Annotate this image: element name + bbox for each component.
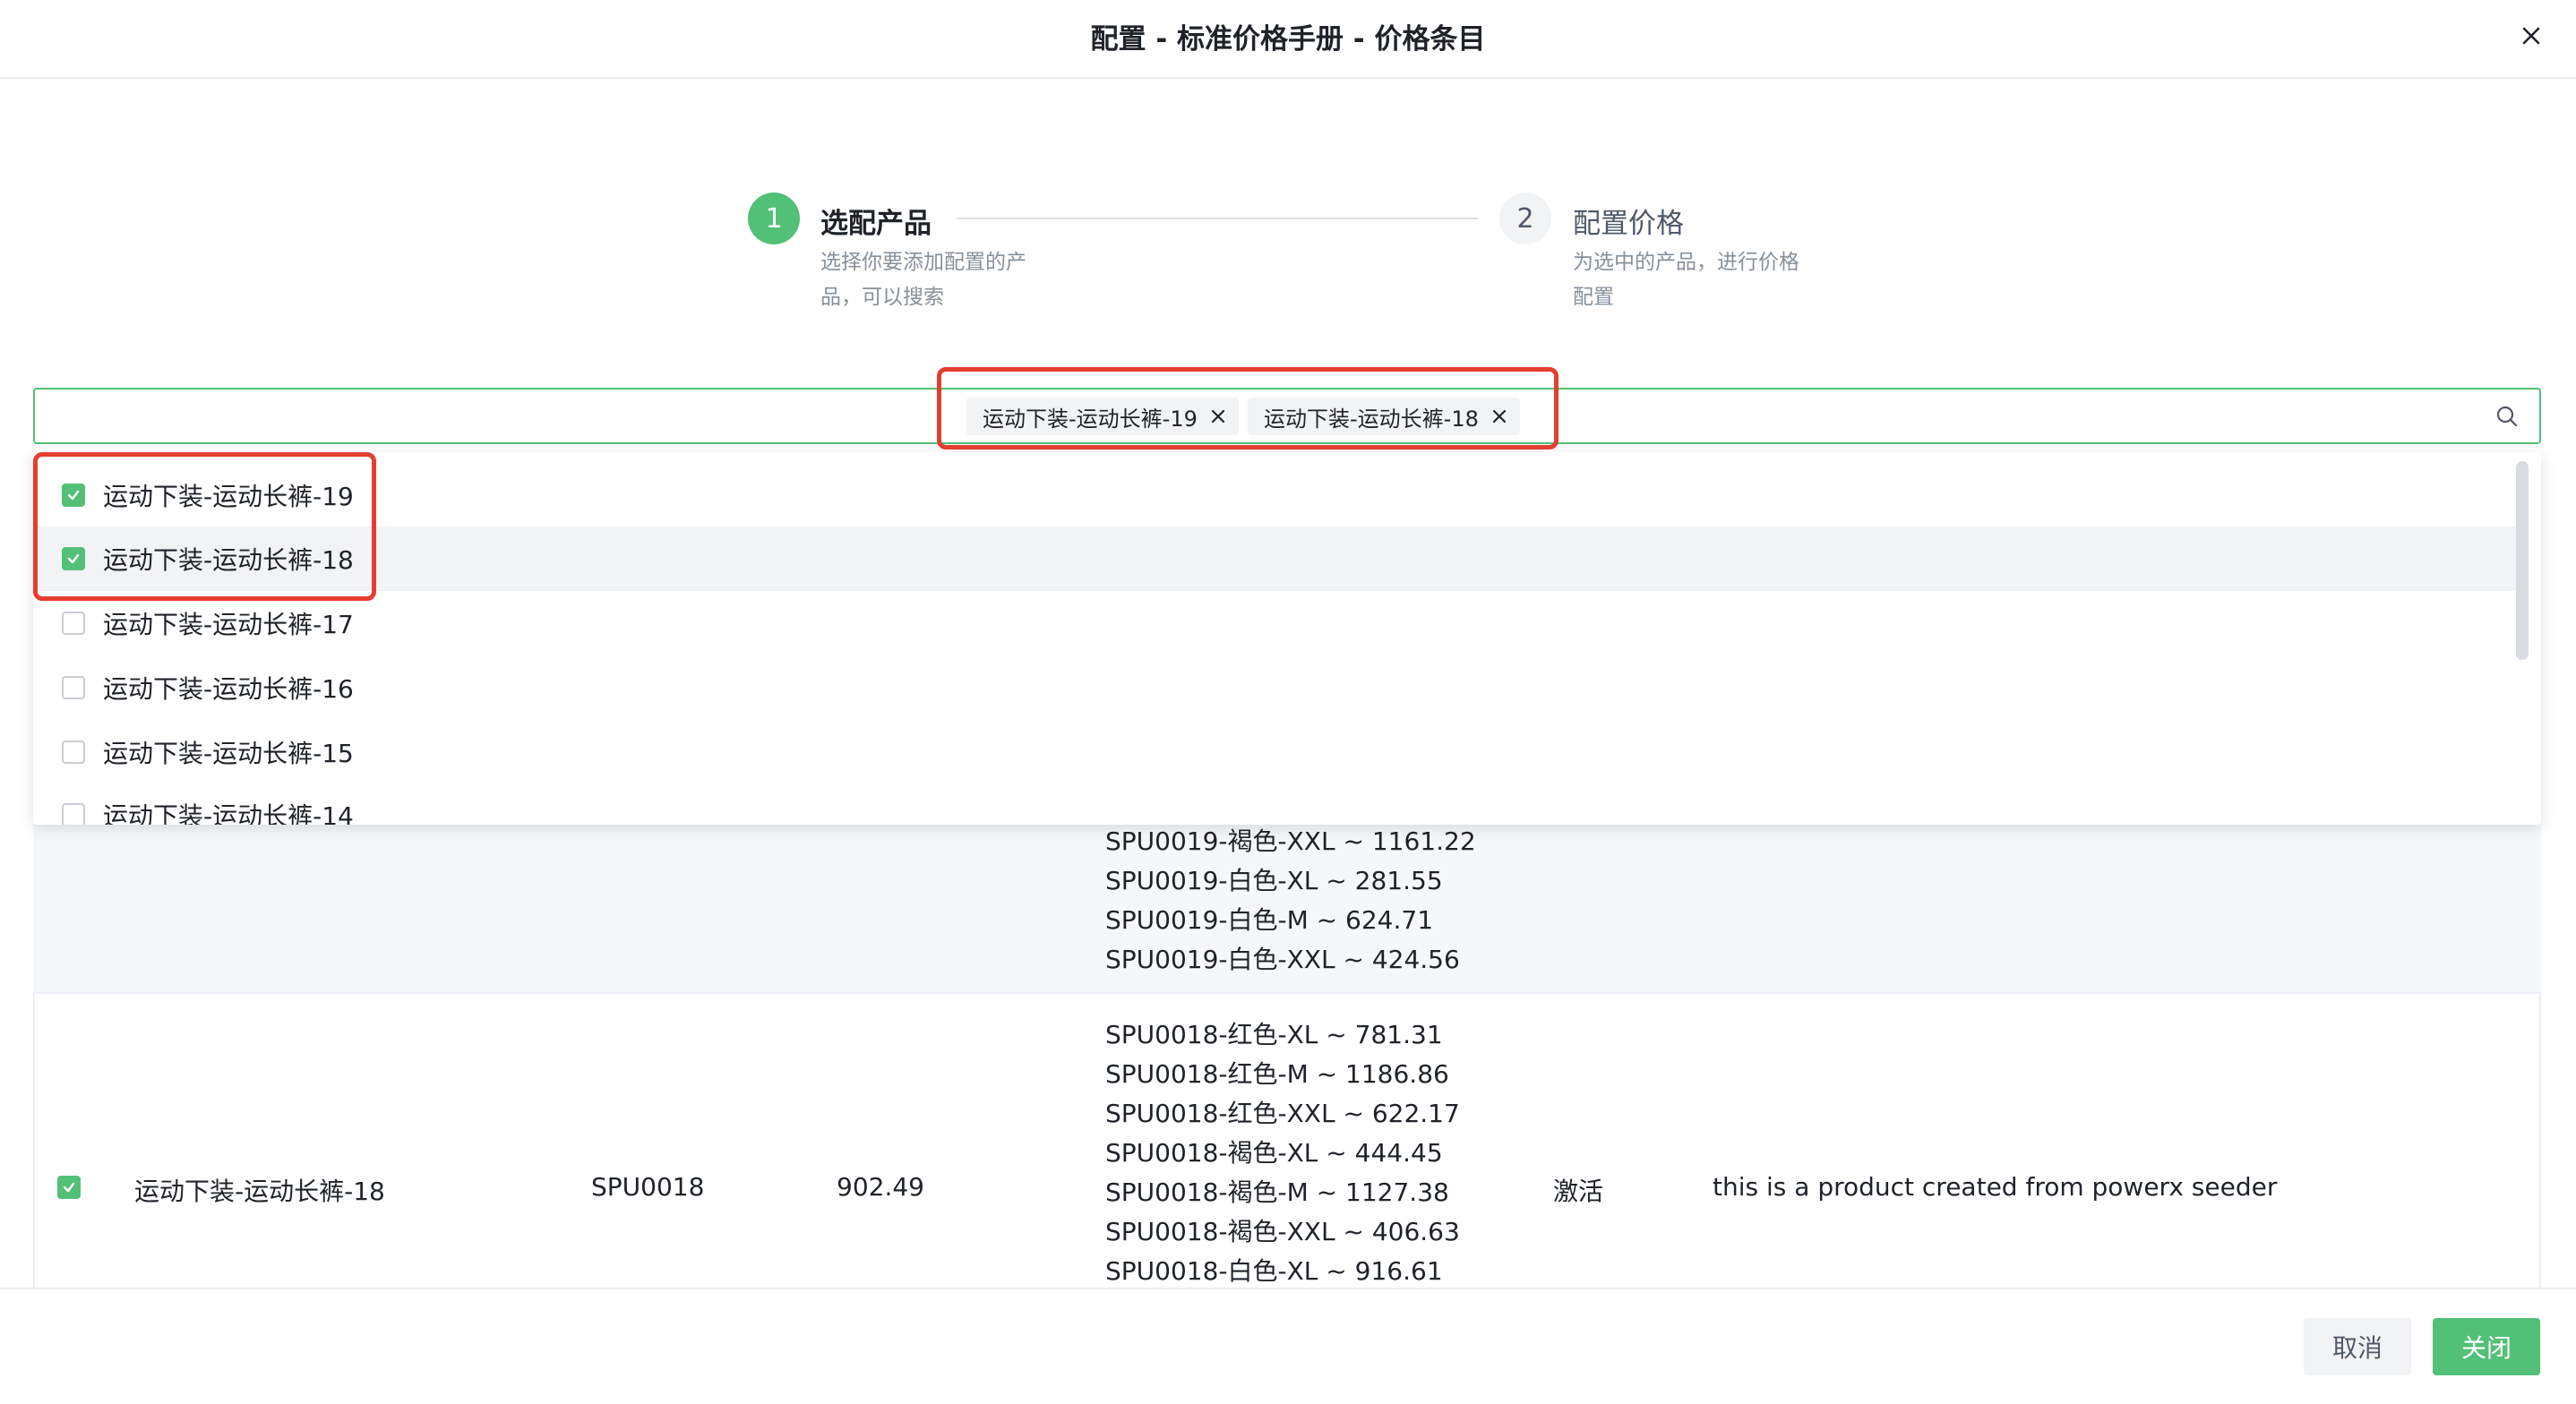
dropdown-option-label: 运动下装-运动长裤-19 xyxy=(103,482,354,511)
selected-tag-label: 运动下装-运动长裤-18 xyxy=(1264,406,1479,432)
sku-price-line: SPU0018-红色-M ~ 1186.86 xyxy=(1105,1059,1449,1089)
dropdown-option[interactable]: 运动下装-运动长裤-17 xyxy=(33,591,2523,655)
checkbox-checked[interactable] xyxy=(62,547,85,570)
checkbox[interactable] xyxy=(62,803,85,825)
step-1-number: 1 xyxy=(748,193,800,244)
checkbox-checked[interactable] xyxy=(62,484,85,507)
dropdown-option-label: 运动下装-运动长裤-15 xyxy=(103,739,354,768)
sku-price-line: SPU0019-白色-M ~ 624.71 xyxy=(1105,905,1434,935)
sku-price-line: SPU0019-白色-XL ~ 281.55 xyxy=(1105,866,1443,895)
sku-price-line: SPU0019-白色-XXL ~ 424.56 xyxy=(1105,945,1460,974)
dialog-title: 配置 - 标准价格手册 - 价格条目 xyxy=(1090,23,1486,56)
dropdown-option[interactable]: 运动下装-运动长裤-16 xyxy=(33,655,2523,720)
checkbox[interactable] xyxy=(62,676,85,699)
dialog-header: 配置 - 标准价格手册 - 价格条目 xyxy=(0,0,2576,79)
selected-tag: 运动下装-运动长裤-19 xyxy=(966,398,1239,435)
sku-price-line: SPU0018-红色-XL ~ 781.31 xyxy=(1105,1020,1443,1049)
dropdown-option-label: 运动下装-运动长裤-16 xyxy=(103,674,354,704)
cancel-button[interactable]: 取消 xyxy=(2304,1318,2411,1375)
selected-tag-label: 运动下装-运动长裤-19 xyxy=(983,406,1198,432)
step-2-description: 为选中的产品，进行价格 配置 xyxy=(1573,251,1799,309)
dropdown-option-label: 运动下装-运动长裤-17 xyxy=(103,610,354,639)
sku-price-line: SPU0018-褐色-XL ~ 444.45 xyxy=(1105,1138,1443,1168)
price-cell: 902.49 xyxy=(837,1172,924,1202)
status-cell: 激活 xyxy=(1553,1177,1604,1206)
sku-price-line: SPU0018-褐色-M ~ 1127.38 xyxy=(1105,1177,1449,1207)
checkbox[interactable] xyxy=(62,741,85,764)
sku-price-line: SPU0018-白色-XL ~ 916.61 xyxy=(1105,1256,1443,1286)
close-button[interactable]: 关闭 xyxy=(2433,1318,2540,1375)
dropdown-option[interactable]: 运动下装-运动长裤-14 xyxy=(33,783,2523,825)
selected-tag: 运动下装-运动长裤-18 xyxy=(1248,398,1520,435)
dialog-footer xyxy=(0,1288,2576,1404)
step-2-title: 配置价格 xyxy=(1573,208,1684,240)
dropdown-option[interactable]: 运动下装-运动长裤-15 xyxy=(33,720,2523,784)
search-icon[interactable] xyxy=(2494,403,2520,430)
description-cell: this is a product created from powerx se… xyxy=(1713,1172,2278,1202)
step-connector xyxy=(957,218,1478,219)
tag-close-icon[interactable] xyxy=(1208,407,1228,426)
product-dropdown: 运动下装-运动长裤-19 运动下装-运动长裤-18 运动下装-运动长裤-17 运… xyxy=(33,452,2541,825)
dropdown-option[interactable]: 运动下装-运动长裤-18 xyxy=(33,526,2523,591)
close-icon[interactable] xyxy=(2513,18,2549,54)
dropdown-option-label: 运动下装-运动长裤-18 xyxy=(103,545,354,575)
sku-price-line: SPU0019-褐色-XXL ~ 1161.22 xyxy=(1105,826,1476,856)
dropdown-option[interactable]: 运动下装-运动长裤-19 xyxy=(33,463,2523,527)
step-2-number: 2 xyxy=(1499,193,1551,244)
checkbox[interactable] xyxy=(62,612,85,635)
dropdown-scrollbar[interactable] xyxy=(2516,461,2529,660)
tag-close-icon[interactable] xyxy=(1490,407,1509,426)
dropdown-option-label: 运动下装-运动长裤-14 xyxy=(103,801,354,825)
sku-price-line: SPU0018-褐色-XXL ~ 406.63 xyxy=(1105,1217,1460,1246)
step-1-title: 选配产品 xyxy=(820,208,932,240)
step-1-description: 选择你要添加配置的产 品，可以搜索 xyxy=(820,251,1026,309)
product-name-cell: 运动下装-运动长裤-18 xyxy=(134,1177,385,1206)
row-checkbox[interactable] xyxy=(57,1176,81,1199)
spu-cell: SPU0018 xyxy=(591,1172,705,1202)
sku-price-line: SPU0018-红色-XXL ~ 622.17 xyxy=(1105,1099,1460,1128)
